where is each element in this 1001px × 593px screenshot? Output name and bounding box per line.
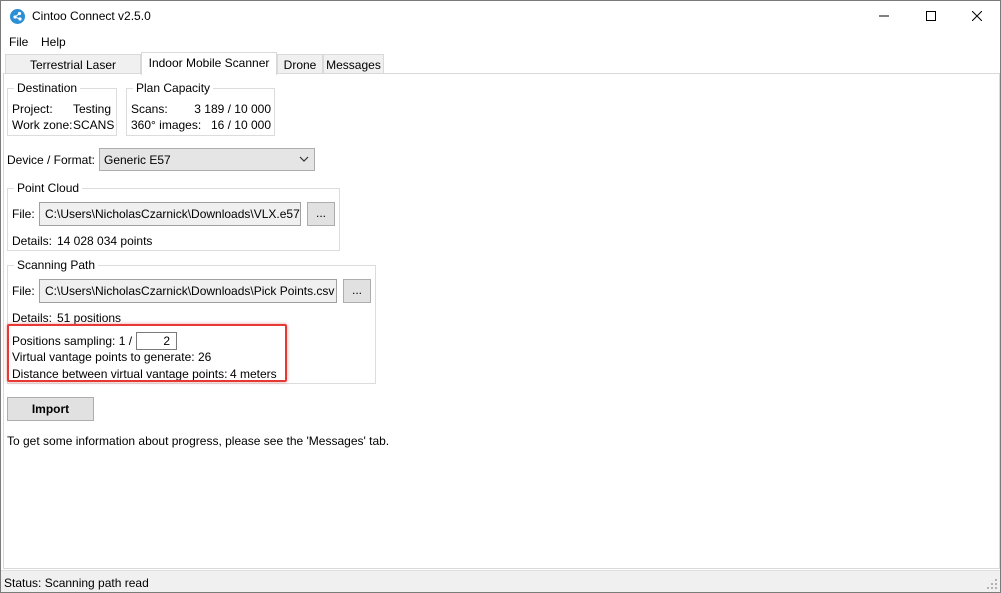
minimize-icon <box>879 15 889 17</box>
maximize-button[interactable] <box>908 1 954 31</box>
scanning-path-title: Scanning Path <box>14 258 99 272</box>
device-format-label: Device / Format: <box>7 153 96 167</box>
scanning-path-file-label: File: <box>12 284 35 298</box>
highlight-box <box>7 324 287 382</box>
workzone-value: SCANS <box>73 118 115 132</box>
scanning-path-file-field[interactable]: C:\Users\NicholasCzarnick\Downloads\Pick… <box>39 279 337 303</box>
workzone-label: Work zone: <box>12 118 73 132</box>
tab-indoor-mobile-scanner[interactable]: Indoor Mobile Scanner <box>141 52 277 75</box>
project-value: Testing <box>73 102 112 116</box>
device-format-value: Generic E57 <box>104 153 171 167</box>
menu-bar: File Help <box>1 32 1000 52</box>
status-bar: Status: Scanning path read <box>1 570 1000 592</box>
tab-terrestrial-laser-scanner[interactable]: Terrestrial Laser Scanner <box>5 54 141 86</box>
status-text: Status: Scanning path read <box>4 576 149 590</box>
scanning-path-details-value: 51 positions <box>57 311 122 325</box>
tab-strip: Terrestrial Laser Scanner Indoor Mobile … <box>3 52 999 86</box>
scanning-path-browse-button[interactable]: ... <box>343 279 371 303</box>
point-cloud-details-label: Details: <box>12 234 53 248</box>
images-value: 16 / 10 000 <box>210 118 271 132</box>
point-cloud-group: Point Cloud File: C:\Users\NicholasCzarn… <box>7 181 340 251</box>
resize-grip-icon[interactable] <box>986 578 998 590</box>
scans-label: Scans: <box>131 102 168 116</box>
point-cloud-file-field[interactable]: C:\Users\NicholasCzarnick\Downloads\VLX.… <box>39 202 301 226</box>
menu-help[interactable]: Help <box>41 35 66 49</box>
tab-messages[interactable]: Messages <box>323 54 384 74</box>
title-bar: Cintoo Connect v2.5.0 <box>1 1 1000 31</box>
point-cloud-file-label: File: <box>12 207 35 221</box>
close-button[interactable] <box>954 1 1000 31</box>
chevron-down-icon <box>299 156 309 162</box>
destination-group: Destination Project: Testing Work zone: … <box>7 81 117 136</box>
images-label: 360° images: <box>131 118 202 132</box>
close-icon <box>972 11 982 21</box>
point-cloud-details-value: 14 028 034 points <box>57 234 153 248</box>
maximize-icon <box>926 11 936 21</box>
scanning-path-details-label: Details: <box>12 311 53 325</box>
plan-capacity-group: Plan Capacity Scans: 3 189 / 10 000 360°… <box>126 81 275 136</box>
plan-capacity-title: Plan Capacity <box>133 81 214 95</box>
cintoo-logo-icon <box>10 9 25 24</box>
project-label: Project: <box>12 102 53 116</box>
import-button[interactable]: Import <box>7 397 94 421</box>
point-cloud-title: Point Cloud <box>14 181 83 195</box>
device-format-select[interactable]: Generic E57 <box>99 148 315 171</box>
destination-title: Destination <box>14 81 81 95</box>
minimize-button[interactable] <box>861 1 907 31</box>
point-cloud-browse-button[interactable]: ... <box>307 202 335 226</box>
scans-value: 3 189 / 10 000 <box>194 102 271 116</box>
window-title: Cintoo Connect v2.5.0 <box>32 9 151 23</box>
tab-drone[interactable]: Drone <box>277 54 323 74</box>
indoor-mobile-scanner-panel: Destination Project: Testing Work zone: … <box>3 73 1000 569</box>
progress-info-text: To get some information about progress, … <box>7 434 390 448</box>
menu-file[interactable]: File <box>9 35 28 49</box>
app-window: Cintoo Connect v2.5.0 File Help Terrestr… <box>0 0 1001 593</box>
